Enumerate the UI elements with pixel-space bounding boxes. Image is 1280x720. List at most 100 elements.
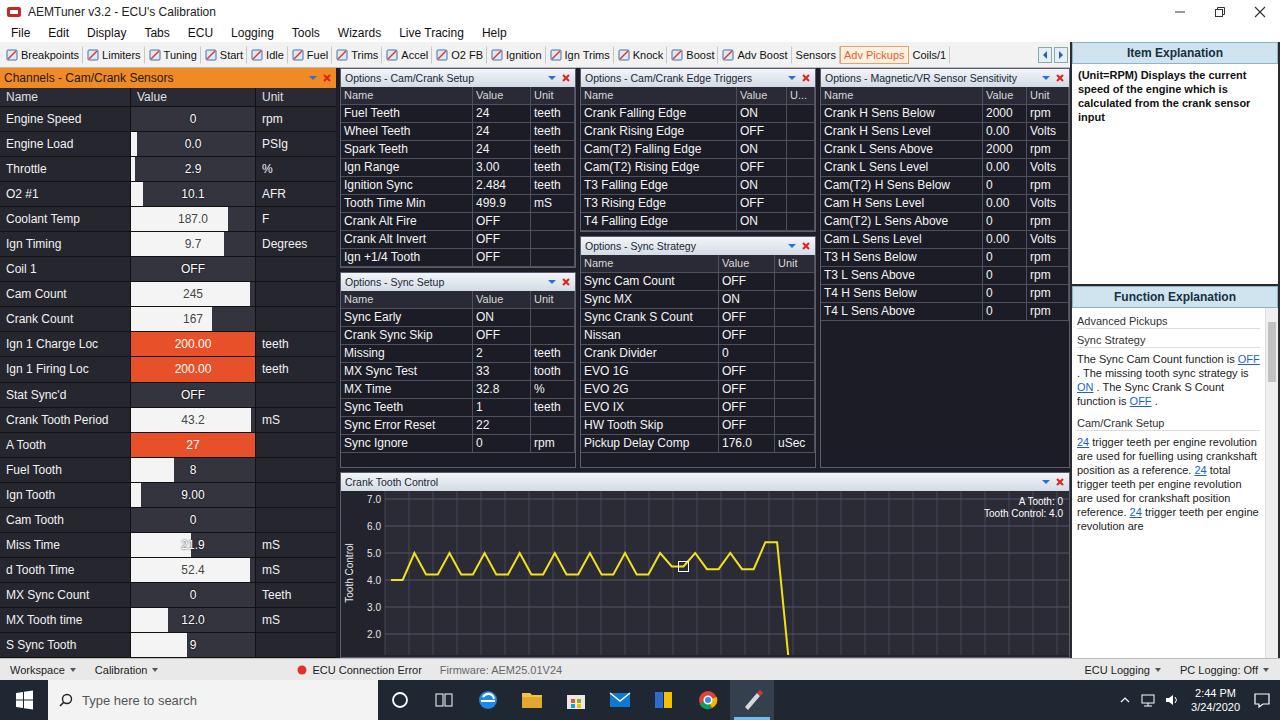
option-value[interactable]: OFF <box>719 309 775 327</box>
option-row[interactable]: Sync Error Reset 22 <box>341 417 575 435</box>
option-row[interactable]: Ign Range 3.00 teeth <box>341 159 575 177</box>
option-value[interactable]: 0 <box>719 345 775 363</box>
scroll-right-icon[interactable] <box>1054 47 1068 63</box>
option-row[interactable]: Crank Alt Invert OFF <box>341 231 575 249</box>
tab[interactable]: Boost <box>667 46 718 64</box>
option-row[interactable]: Fuel Teeth 24 teeth <box>341 105 575 123</box>
close-icon[interactable] <box>561 277 571 287</box>
cortana-icon[interactable] <box>378 680 422 720</box>
tab[interactable]: Start <box>201 46 247 64</box>
panel-header[interactable]: Options - Magnetic/VR Sensor Sensitivity <box>821 69 1069 87</box>
channel-row[interactable]: Crank Count 167 <box>0 307 336 332</box>
tab[interactable]: Breakpoints <box>2 46 83 64</box>
option-value[interactable]: ON <box>737 141 787 159</box>
dropdown-icon[interactable] <box>787 241 797 251</box>
option-value[interactable]: 2 <box>473 345 531 363</box>
tab[interactable]: Adv Boost <box>718 46 791 64</box>
channel-row[interactable]: Fuel Tooth 8 <box>0 458 336 483</box>
option-row[interactable]: Crank H Sens Below 2000 rpm <box>821 105 1069 123</box>
option-value[interactable]: 499.9 <box>473 195 531 213</box>
option-value[interactable]: 2000 <box>983 105 1027 123</box>
channel-row[interactable]: Crank Tooth Period 43.2 mS <box>0 408 336 433</box>
close-icon[interactable] <box>1055 73 1065 83</box>
restore-icon[interactable] <box>1200 1 1240 23</box>
option-value[interactable]: ON <box>473 309 531 327</box>
tab[interactable]: Idle <box>247 46 288 64</box>
option-value[interactable]: 1 <box>473 399 531 417</box>
option-value[interactable]: OFF <box>719 381 775 399</box>
channel-row[interactable]: d Tooth Time 52.4 mS <box>0 558 336 583</box>
channel-row[interactable]: Coolant Temp 187.0 F <box>0 207 336 232</box>
option-row[interactable]: Crank Divider 0 <box>581 345 815 363</box>
menu-item[interactable]: Logging <box>222 26 283 40</box>
option-row[interactable]: T4 H Sens Below 0 rpm <box>821 285 1069 303</box>
option-row[interactable]: Crank Rising Edge OFF <box>581 123 815 141</box>
option-value[interactable]: OFF <box>719 363 775 381</box>
channel-row[interactable]: MX Sync Count 0 Teeth <box>0 583 336 608</box>
book-app-icon[interactable] <box>642 680 686 720</box>
channel-row[interactable]: O2 #1 10.1 AFR <box>0 182 336 207</box>
tab[interactable]: Trims <box>332 46 382 64</box>
scroll-left-icon[interactable] <box>1038 47 1052 63</box>
option-row[interactable]: Cam L Sens Level 0.00 Volts <box>821 231 1069 249</box>
option-value[interactable]: 24 <box>473 141 531 159</box>
option-value[interactable]: ON <box>737 213 787 231</box>
close-icon[interactable] <box>322 73 332 83</box>
option-value[interactable]: 0 <box>983 303 1027 321</box>
option-row[interactable]: Ign +1/4 Tooth OFF <box>341 249 575 267</box>
option-row[interactable]: Crank H Sens Level 0.00 Volts <box>821 123 1069 141</box>
channel-row[interactable]: MX Tooth time 12.0 mS <box>0 608 336 633</box>
option-row[interactable]: Crank Falling Edge ON <box>581 105 815 123</box>
option-row[interactable]: Cam(T2) Rising Edge OFF <box>581 159 815 177</box>
channel-row[interactable]: Ign Tooth 9.00 <box>0 483 336 508</box>
option-row[interactable]: Cam(T2) H Sens Below 0 rpm <box>821 177 1069 195</box>
option-row[interactable]: Sync Early ON <box>341 309 575 327</box>
network-icon[interactable] <box>1139 692 1157 708</box>
channel-row[interactable]: Cam Count 245 <box>0 282 336 307</box>
tab[interactable]: Tuning <box>145 46 201 64</box>
explanation-link[interactable]: 24 <box>1077 436 1089 448</box>
option-row[interactable]: T3 Falling Edge ON <box>581 177 815 195</box>
mail-icon[interactable] <box>598 680 642 720</box>
channel-row[interactable]: Stat Sync'd OFF <box>0 383 336 408</box>
option-value[interactable]: OFF <box>473 327 531 345</box>
channel-row[interactable]: A Tooth 27 <box>0 433 336 458</box>
channel-row[interactable]: Ign 1 Charge Loc 200.00 teeth <box>0 332 336 357</box>
tuner-app-icon[interactable] <box>730 680 774 720</box>
workspace-menu[interactable]: Workspace <box>10 664 77 676</box>
option-row[interactable]: MX Time 32.8 % <box>341 381 575 399</box>
option-row[interactable]: Sync Crank S Count OFF <box>581 309 815 327</box>
option-row[interactable]: Sync Teeth 1 teeth <box>341 399 575 417</box>
option-value[interactable]: OFF <box>473 249 531 267</box>
option-row[interactable]: Pickup Delay Comp 176.0 uSec <box>581 435 815 453</box>
option-value[interactable]: 3.00 <box>473 159 531 177</box>
option-value[interactable]: 0 <box>983 213 1027 231</box>
option-row[interactable]: Cam(T2) L Sens Above 0 rpm <box>821 213 1069 231</box>
option-row[interactable]: T3 L Sens Above 0 rpm <box>821 267 1069 285</box>
option-value[interactable]: 0 <box>473 435 531 453</box>
file-explorer-icon[interactable] <box>510 680 554 720</box>
option-value[interactable]: 32.8 <box>473 381 531 399</box>
calibration-menu[interactable]: Calibration <box>95 664 160 676</box>
menu-item[interactable]: File <box>2 26 39 40</box>
tab[interactable]: Ign Trims <box>546 46 614 64</box>
option-value[interactable]: 0.00 <box>983 195 1027 213</box>
option-row[interactable]: T3 Rising Edge OFF <box>581 195 815 213</box>
option-value[interactable]: OFF <box>719 327 775 345</box>
option-row[interactable]: Tooth Time Min 499.9 mS <box>341 195 575 213</box>
panel-header[interactable]: Options - Cam/Crank Edge Triggers <box>581 69 815 87</box>
menu-item[interactable]: Tabs <box>135 26 178 40</box>
channel-row[interactable]: Miss Time 21.9 mS <box>0 533 336 558</box>
option-value[interactable]: 0 <box>983 177 1027 195</box>
option-value[interactable]: OFF <box>473 231 531 249</box>
close-icon[interactable] <box>801 241 811 251</box>
windows-logo-icon[interactable] <box>0 680 48 720</box>
option-value[interactable]: 2.484 <box>473 177 531 195</box>
tab[interactable]: Ignition <box>487 46 545 64</box>
menu-item[interactable]: Tools <box>283 26 329 40</box>
option-row[interactable]: Cam(T2) Falling Edge ON <box>581 141 815 159</box>
tab[interactable]: O2 FB <box>432 46 487 64</box>
search-box[interactable]: Type here to search <box>48 680 378 720</box>
dropdown-icon[interactable] <box>1041 477 1051 487</box>
clock[interactable]: 2:44 PM 3/24/2020 <box>1187 686 1244 714</box>
